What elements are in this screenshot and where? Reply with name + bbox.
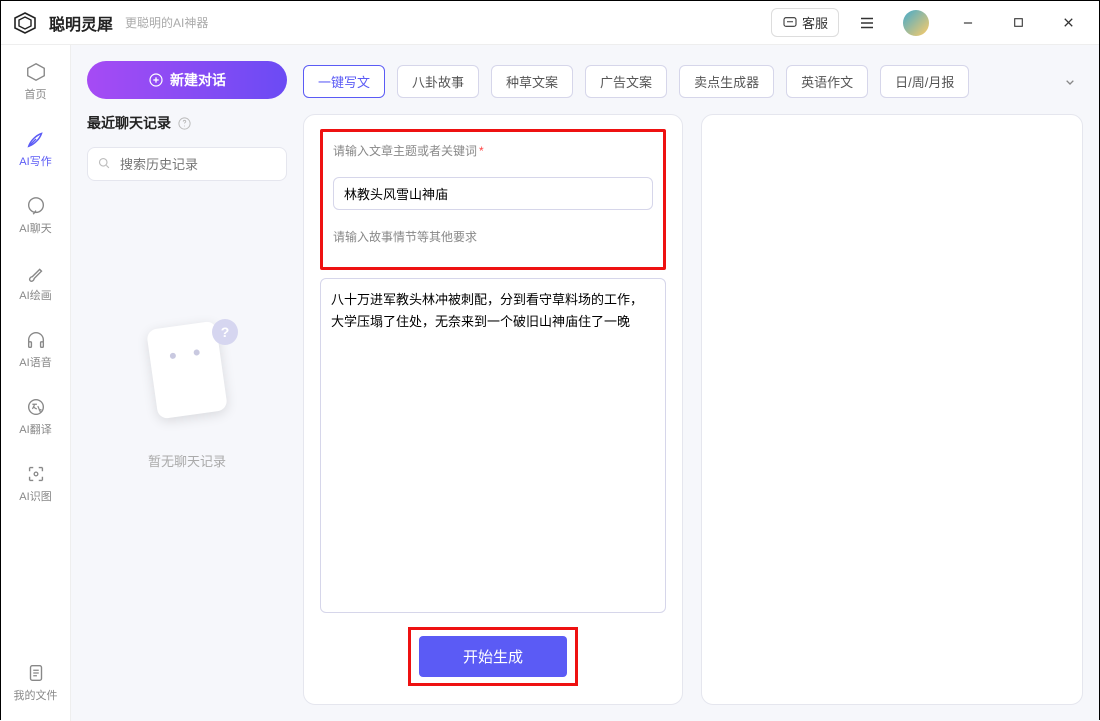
hamburger-menu-icon[interactable] — [857, 13, 877, 33]
rail-translate[interactable]: AI翻译 — [1, 392, 70, 441]
hexagon-icon — [25, 61, 47, 83]
detail-label: 请输入故事情节等其他要求 — [333, 228, 653, 245]
translate-icon — [25, 396, 47, 418]
headphone-icon — [25, 329, 47, 351]
support-label: 客服 — [802, 13, 828, 32]
rail-image[interactable]: AI识图 — [1, 459, 70, 508]
avatar[interactable] — [903, 10, 929, 36]
chip-english[interactable]: 英语作文 — [786, 65, 868, 98]
new-chat-label: 新建对话 — [170, 70, 226, 90]
content-area: 新建对话 最近聊天记录 ? 暂无聊天记录 — [71, 45, 1099, 721]
detail-textarea[interactable] — [320, 278, 666, 613]
rail-home[interactable]: 首页 — [1, 57, 70, 106]
app-name: 聪明灵犀 — [49, 11, 113, 35]
brush-icon — [25, 262, 47, 284]
highlight-annotation-2: 开始生成 — [320, 613, 666, 690]
rail-draw[interactable]: AI绘画 — [1, 258, 70, 307]
window-close-button[interactable] — [1049, 9, 1087, 37]
question-bubble-icon: ? — [212, 319, 238, 345]
empty-illustration: ? — [142, 325, 232, 435]
bubble-icon — [25, 195, 47, 217]
chips-expand-button[interactable] — [1057, 69, 1083, 95]
empty-state: ? 暂无聊天记录 — [87, 315, 287, 470]
app-tagline: 更聪明的AI神器 — [125, 14, 208, 31]
form-panel: 一键写文 八卦故事 种草文案 广告文案 卖点生成器 英语作文 日/周/月报 请输… — [303, 61, 1083, 705]
chip-ad[interactable]: 广告文案 — [585, 65, 667, 98]
template-chips: 一键写文 八卦故事 种草文案 广告文案 卖点生成器 英语作文 日/周/月报 — [303, 61, 1083, 114]
history-search-input[interactable] — [87, 147, 287, 181]
chip-sellingpoint[interactable]: 卖点生成器 — [679, 65, 774, 98]
window-maximize-button[interactable] — [999, 9, 1037, 37]
help-icon[interactable] — [177, 116, 192, 131]
image-scan-icon — [25, 463, 47, 485]
chip-gossip[interactable]: 八卦故事 — [397, 65, 479, 98]
chat-icon — [782, 15, 798, 31]
output-panel — [701, 114, 1083, 705]
chip-grass[interactable]: 种草文案 — [491, 65, 573, 98]
input-form: 请输入文章主题或者关键词* 请输入故事情节等其他要求 开始生成 — [303, 114, 683, 705]
highlight-annotation-1: 请输入文章主题或者关键词* 请输入故事情节等其他要求 — [320, 129, 666, 270]
topic-label: 请输入文章主题或者关键词* — [333, 142, 653, 159]
topic-input[interactable] — [333, 177, 653, 210]
support-button[interactable]: 客服 — [771, 8, 839, 37]
recent-chats-title: 最近聊天记录 — [87, 113, 287, 133]
feather-icon — [25, 128, 47, 150]
rail-writing[interactable]: AI写作 — [1, 124, 70, 173]
rail-files[interactable]: 我的文件 — [1, 658, 70, 707]
titlebar: 聪明灵犀 更聪明的AI神器 客服 — [1, 1, 1099, 45]
app-logo-icon — [13, 11, 37, 35]
window-minimize-button[interactable] — [949, 9, 987, 37]
file-icon — [25, 662, 47, 684]
generate-button[interactable]: 开始生成 — [419, 636, 567, 677]
chip-report[interactable]: 日/周/月报 — [880, 65, 969, 98]
chip-quickwrite[interactable]: 一键写文 — [303, 65, 385, 98]
required-asterisk: * — [479, 144, 484, 158]
new-chat-button[interactable]: 新建对话 — [87, 61, 287, 99]
left-rail: 首页 AI写作 AI聊天 AI绘画 AI语音 AI翻译 — [1, 45, 71, 721]
plus-icon — [148, 72, 164, 88]
empty-text: 暂无聊天记录 — [87, 451, 287, 470]
chat-panel: 新建对话 最近聊天记录 ? 暂无聊天记录 — [87, 61, 287, 705]
rail-voice[interactable]: AI语音 — [1, 325, 70, 374]
search-icon — [97, 156, 112, 171]
rail-chat[interactable]: AI聊天 — [1, 191, 70, 240]
